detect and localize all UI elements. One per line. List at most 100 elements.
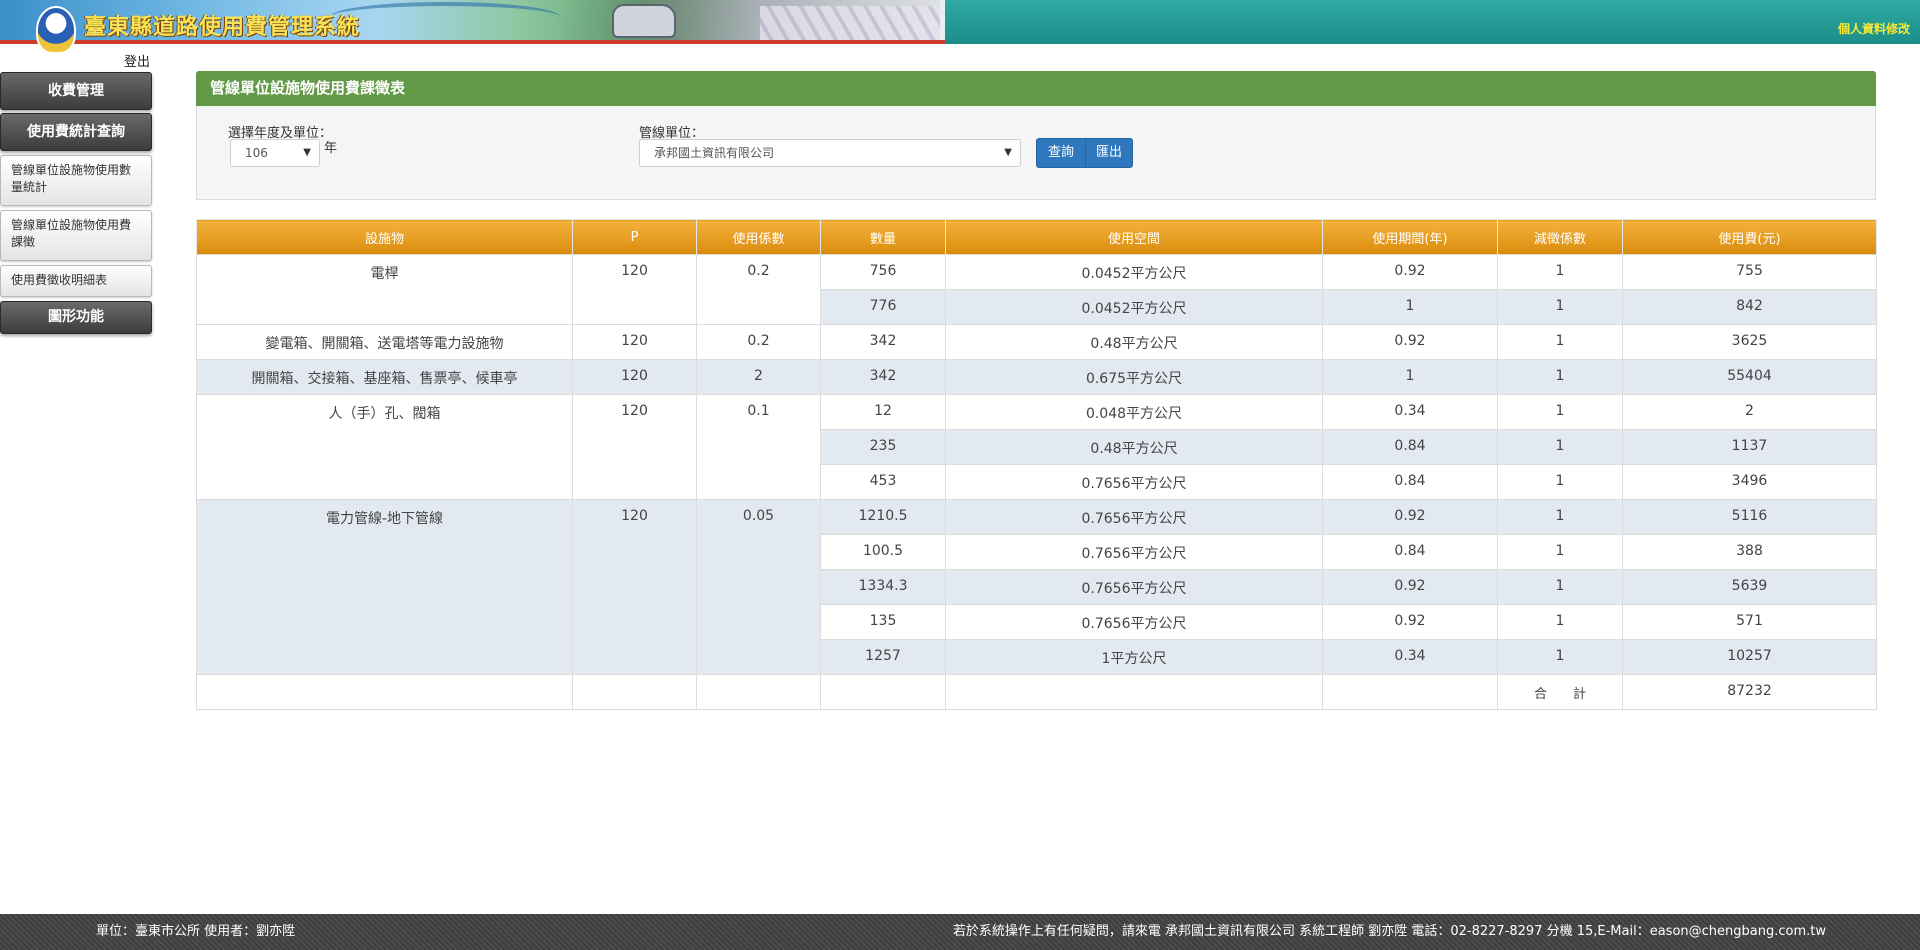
nav-facility-quantity-stats[interactable]: 管線單位設施物使用數量統計 [0, 155, 152, 206]
table-header-row: 設施物 P 使用係數 數量 使用空間 使用期間(年) 減徵係數 使用費(元) [196, 219, 1877, 255]
fee-cell: 1137 [1622, 429, 1877, 465]
facility-cell: 人（手）孔、閥箱 [196, 394, 573, 500]
table-row: 電力管線-地下管線 120 0.05 1210.5 0.7656平方公尺 0.9… [196, 499, 1877, 675]
p-cell: 120 [572, 254, 697, 325]
quantity-cell: 12 [820, 394, 946, 430]
nav-graphic-functions[interactable]: 圖形功能 [0, 301, 152, 334]
reduction-cell: 1 [1497, 289, 1623, 325]
fee-cell: 5116 [1622, 499, 1877, 535]
col-header-facility: 設施物 [196, 219, 573, 255]
dropdown-caret-icon: ▼ [303, 147, 311, 158]
year-suffix-label: 年 [324, 141, 338, 156]
quantity-cell: 776 [820, 289, 946, 325]
space-cell: 1平方公尺 [945, 639, 1323, 675]
footer-user-info: 單位：臺東市公所 使用者：劉亦陞 [96, 924, 296, 939]
system-title: 臺東縣道路使用費管理系統 [84, 14, 361, 40]
coefficient-cell: 0.1 [696, 394, 821, 500]
period-cell: 0.34 [1322, 639, 1498, 675]
banner-arch-decoration [330, 2, 560, 32]
logout-link[interactable]: 登出 [124, 51, 150, 70]
reduction-cell: 1 [1497, 394, 1623, 430]
p-cell: 120 [572, 359, 697, 395]
nav-fee-statistics[interactable]: 使用費統計查詢 [0, 113, 152, 151]
fee-cell: 388 [1622, 534, 1877, 570]
col-header-period: 使用期間(年) [1322, 219, 1498, 255]
empty-cell [945, 674, 1323, 710]
table-row: 開關箱、交接箱、基座箱、售票亭、候車亭 120 2 342 0.675平方公尺 … [196, 359, 1877, 395]
facility-cell: 開關箱、交接箱、基座箱、售票亭、候車亭 [196, 359, 573, 395]
table-row: 變電箱、開關箱、送電塔等電力設施物 120 0.2 342 0.48平方公尺 0… [196, 324, 1877, 360]
reduction-cell: 1 [1497, 254, 1623, 290]
period-cell: 0.84 [1322, 534, 1498, 570]
quantity-cell: 235 [820, 429, 946, 465]
reduction-cell: 1 [1497, 569, 1623, 605]
nav-fee-management[interactable]: 收費管理 [0, 72, 152, 110]
quantity-cell: 756 [820, 254, 946, 290]
period-cell: 0.34 [1322, 394, 1498, 430]
p-cell: 120 [572, 394, 697, 500]
space-cell: 0.48平方公尺 [945, 429, 1323, 465]
quantity-cell: 453 [820, 464, 946, 500]
total-label: 合 計 [1497, 674, 1623, 710]
fee-cell: 5639 [1622, 569, 1877, 605]
reduction-cell: 1 [1497, 429, 1623, 465]
nav-fee-collection-detail[interactable]: 使用費徵收明細表 [0, 265, 152, 297]
export-button[interactable]: 匯出 [1085, 138, 1133, 168]
space-cell: 0.7656平方公尺 [945, 534, 1323, 570]
coefficient-cell: 0.05 [696, 499, 821, 675]
header-bar: 臺東縣道路使用費管理系統 個人資料修改 [0, 0, 1920, 44]
period-cell: 0.92 [1322, 499, 1498, 535]
empty-cell [820, 674, 946, 710]
total-row: 合 計 87232 [196, 674, 1877, 710]
nav-facility-fee-levy[interactable]: 管線單位設施物使用費課徵 [0, 210, 152, 261]
coefficient-cell: 0.2 [696, 254, 821, 325]
fee-cell: 55404 [1622, 359, 1877, 395]
period-cell: 0.92 [1322, 254, 1498, 290]
fee-cell: 10257 [1622, 639, 1877, 675]
fee-cell: 842 [1622, 289, 1877, 325]
quantity-cell: 1210.5 [820, 499, 946, 535]
profile-edit-link[interactable]: 個人資料修改 [1838, 20, 1910, 37]
period-cell: 1 [1322, 359, 1498, 395]
table-row: 人（手）孔、閥箱 120 0.1 12 0.048平方公尺 0.34 1 2 [196, 394, 1877, 500]
empty-cell [696, 674, 821, 710]
space-cell: 0.7656平方公尺 [945, 499, 1323, 535]
total-value: 87232 [1622, 674, 1877, 710]
reduction-cell: 1 [1497, 499, 1623, 535]
col-header-coefficient: 使用係數 [696, 219, 821, 255]
space-cell: 0.675平方公尺 [945, 359, 1323, 395]
space-cell: 0.0452平方公尺 [945, 289, 1323, 325]
pipeline-unit-select[interactable]: 承邦國土資訊有限公司 ▼ [639, 139, 1021, 167]
fee-cell: 3625 [1622, 324, 1877, 360]
quantity-cell: 342 [820, 324, 946, 360]
col-header-p: P [572, 219, 697, 255]
space-cell: 0.7656平方公尺 [945, 569, 1323, 605]
facility-cell: 電桿 [196, 254, 573, 325]
period-cell: 1 [1322, 289, 1498, 325]
table-row: 電桿 120 0.2 756 0.0452平方公尺 0.92 1 755 [196, 254, 1877, 325]
space-cell: 0.048平方公尺 [945, 394, 1323, 430]
space-cell: 0.48平方公尺 [945, 324, 1323, 360]
banner-banknotes-decoration [760, 6, 940, 44]
quantity-cell: 1257 [820, 639, 946, 675]
facility-cell: 電力管線-地下管線 [196, 499, 573, 675]
period-cell: 0.84 [1322, 429, 1498, 465]
year-select[interactable]: 106 ▼ [230, 139, 320, 167]
p-cell: 120 [572, 499, 697, 675]
period-cell: 0.84 [1322, 464, 1498, 500]
quantity-cell: 100.5 [820, 534, 946, 570]
space-cell: 0.7656平方公尺 [945, 464, 1323, 500]
reduction-cell: 1 [1497, 464, 1623, 500]
space-cell: 0.0452平方公尺 [945, 254, 1323, 290]
col-header-space: 使用空間 [945, 219, 1323, 255]
footer-bar: 單位：臺東市公所 使用者：劉亦陞 若於系統操作上有任何疑問，請來電 承邦國土資訊… [0, 914, 1920, 950]
fee-levy-table: 設施物 P 使用係數 數量 使用空間 使用期間(年) 減徵係數 使用費(元) 電… [196, 219, 1877, 710]
footer-contact-info: 若於系統操作上有任何疑問，請來電 承邦國土資訊有限公司 系統工程師 劉亦陞 電話… [952, 924, 1826, 939]
reduction-cell: 1 [1497, 534, 1623, 570]
reduction-cell: 1 [1497, 359, 1623, 395]
reduction-cell: 1 [1497, 639, 1623, 675]
query-button[interactable]: 查詢 [1036, 138, 1086, 168]
reduction-cell: 1 [1497, 324, 1623, 360]
reduction-cell: 1 [1497, 604, 1623, 640]
period-cell: 0.92 [1322, 604, 1498, 640]
